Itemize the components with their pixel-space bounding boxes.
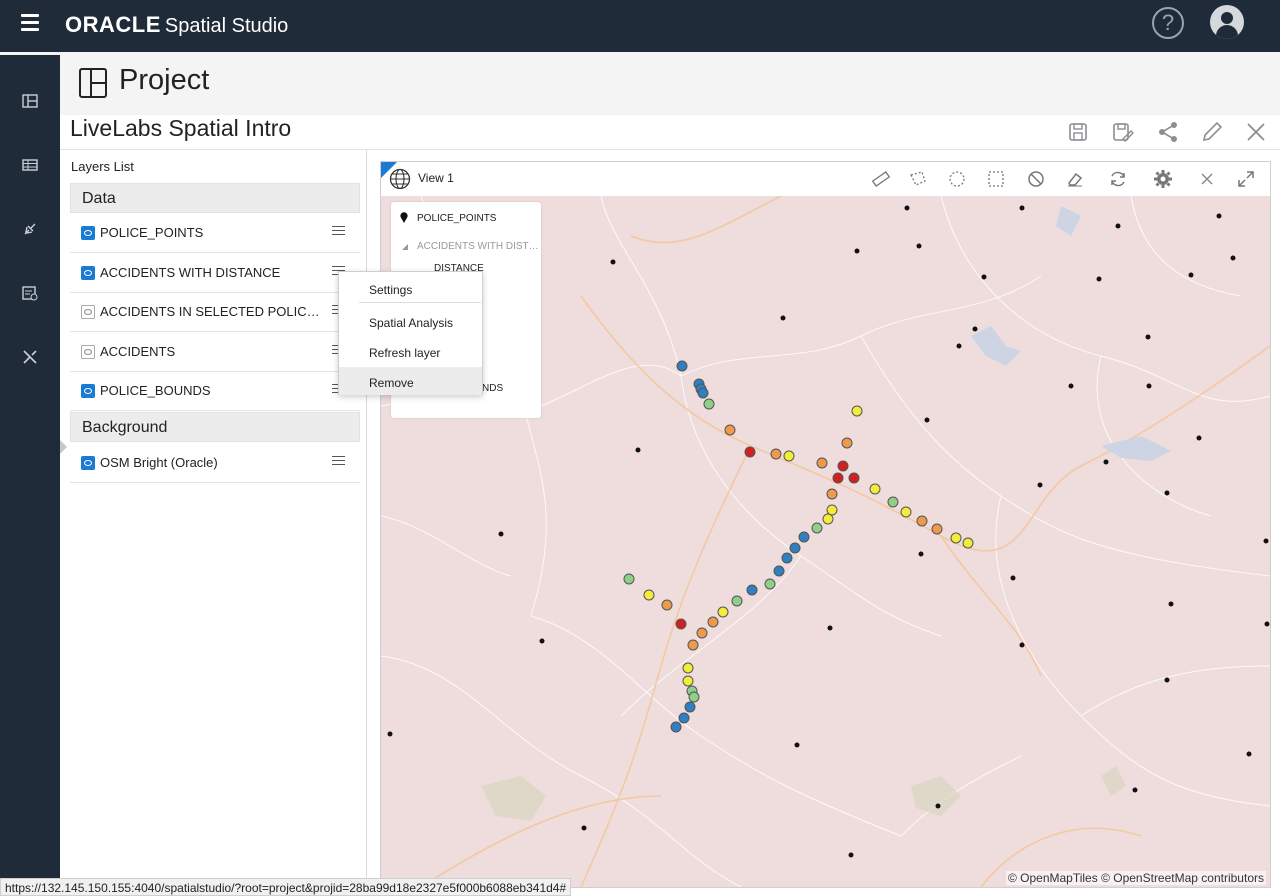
project-icon[interactable] xyxy=(21,92,39,110)
status-bar-url: https://132.145.150.155:4040/spatialstud… xyxy=(0,878,572,896)
menu-item-remove[interactable]: Remove xyxy=(339,367,482,395)
layer-row[interactable]: ACCIDENTS WITH DISTANCE xyxy=(70,254,360,293)
jobs-icon[interactable] xyxy=(21,284,39,302)
circle-select-icon[interactable] xyxy=(947,169,967,189)
section-data[interactable]: Data xyxy=(70,183,360,213)
menu-item-settings[interactable]: Settings xyxy=(339,274,482,302)
connections-icon[interactable] xyxy=(21,220,39,238)
visibility-eye-icon[interactable] xyxy=(81,305,95,319)
layer-row[interactable]: POLICE_POINTS xyxy=(70,214,360,253)
edit-icon[interactable] xyxy=(1199,119,1225,145)
layer-row[interactable]: ACCIDENTS IN SELECTED POLICE_B… xyxy=(70,293,360,332)
layers-panel: Layers List Data POLICE_POINTS ACCIDENTS… xyxy=(60,150,367,896)
visibility-eye-icon[interactable] xyxy=(81,345,95,359)
menu-item-refresh-layer[interactable]: Refresh layer xyxy=(339,337,482,365)
layers-list-title: Layers List xyxy=(71,159,134,174)
brand-logo: ORACLE Spatial Studio xyxy=(65,12,288,38)
view-title[interactable]: View 1 xyxy=(418,171,454,185)
help-icon[interactable]: ? xyxy=(1152,7,1184,39)
layer-row[interactable]: OSM Bright (Oracle) xyxy=(70,444,360,483)
layer-menu-icon[interactable] xyxy=(332,226,345,237)
rectangle-select-icon[interactable] xyxy=(986,169,1006,189)
tools-icon[interactable] xyxy=(21,348,39,366)
map-canvas[interactable]: POLICE_POINTS ACCIDENTS WITH DIST… DISTA… xyxy=(381,196,1270,887)
visibility-eye-icon[interactable] xyxy=(81,226,95,240)
legend-item: ACCIDENTS WITH DIST… xyxy=(417,241,539,252)
view-header: View 1 xyxy=(381,162,1270,196)
app-header: ORACLE Spatial Studio ? xyxy=(0,0,1280,52)
collapse-panel-handle[interactable] xyxy=(60,440,67,454)
layer-name: ACCIDENTS WITH DISTANCE xyxy=(100,265,281,280)
brand-name: ORACLE xyxy=(65,12,161,37)
layer-menu-icon[interactable] xyxy=(332,456,345,467)
layer-name: POLICE_POINTS xyxy=(100,225,204,240)
user-avatar-icon[interactable] xyxy=(1210,5,1244,39)
page-title: Project xyxy=(119,64,210,96)
accident-markers xyxy=(623,360,974,733)
globe-icon xyxy=(389,168,411,190)
visibility-eye-icon[interactable] xyxy=(81,384,95,398)
project-layout-icon xyxy=(79,68,107,98)
section-background[interactable]: Background xyxy=(70,412,360,442)
layer-name: ACCIDENTS IN SELECTED POLICE_B… xyxy=(100,304,328,319)
legend-item: NDS xyxy=(482,383,504,394)
datasets-icon[interactable] xyxy=(21,156,39,174)
menu-item-spatial-analysis[interactable]: Spatial Analysis xyxy=(339,307,482,335)
share-icon[interactable] xyxy=(1155,119,1181,145)
product-name: Spatial Studio xyxy=(164,15,289,37)
map-view: View 1 POLICE_POINTS ACCIDENTS WITH DIST… xyxy=(380,161,1271,888)
layer-row[interactable]: ACCIDENTS xyxy=(70,333,360,372)
expand-view-icon[interactable] xyxy=(1236,169,1256,189)
close-icon[interactable] xyxy=(1243,119,1269,145)
legend-item: POLICE_POINTS xyxy=(417,213,497,224)
side-navigation xyxy=(0,55,60,896)
lasso-select-icon[interactable] xyxy=(908,169,928,189)
close-view-icon[interactable] xyxy=(1197,169,1217,189)
refresh-icon[interactable] xyxy=(1108,169,1128,189)
layer-name: POLICE_BOUNDS xyxy=(100,383,211,398)
layer-name: OSM Bright (Oracle) xyxy=(100,455,218,470)
clear-selection-icon[interactable] xyxy=(1026,169,1046,189)
measure-ruler-icon[interactable] xyxy=(871,169,891,189)
map-attribution[interactable]: © OpenMapTiles © OpenStreetMap contribut… xyxy=(1005,871,1266,885)
hamburger-menu-icon[interactable] xyxy=(21,14,39,32)
map-pin-icon xyxy=(400,212,408,223)
eraser-icon[interactable] xyxy=(1065,169,1085,189)
project-header: Project xyxy=(60,55,1280,115)
visibility-eye-icon[interactable] xyxy=(81,266,95,280)
save-icon[interactable] xyxy=(1065,119,1091,145)
settings-gear-icon[interactable] xyxy=(1153,169,1173,189)
menu-divider xyxy=(359,302,481,303)
layer-context-menu: Settings Spatial Analysis Refresh layer … xyxy=(338,271,483,395)
legend-collapse-icon[interactable] xyxy=(401,243,409,251)
visibility-eye-icon[interactable] xyxy=(81,456,95,470)
save-as-icon[interactable] xyxy=(1109,119,1135,145)
layer-row[interactable]: POLICE_BOUNDS xyxy=(70,372,360,411)
project-name[interactable]: LiveLabs Spatial Intro xyxy=(70,115,291,142)
layer-name: ACCIDENTS xyxy=(100,344,176,359)
project-content: LiveLabs Spatial Intro Layers List Data … xyxy=(60,115,1280,896)
